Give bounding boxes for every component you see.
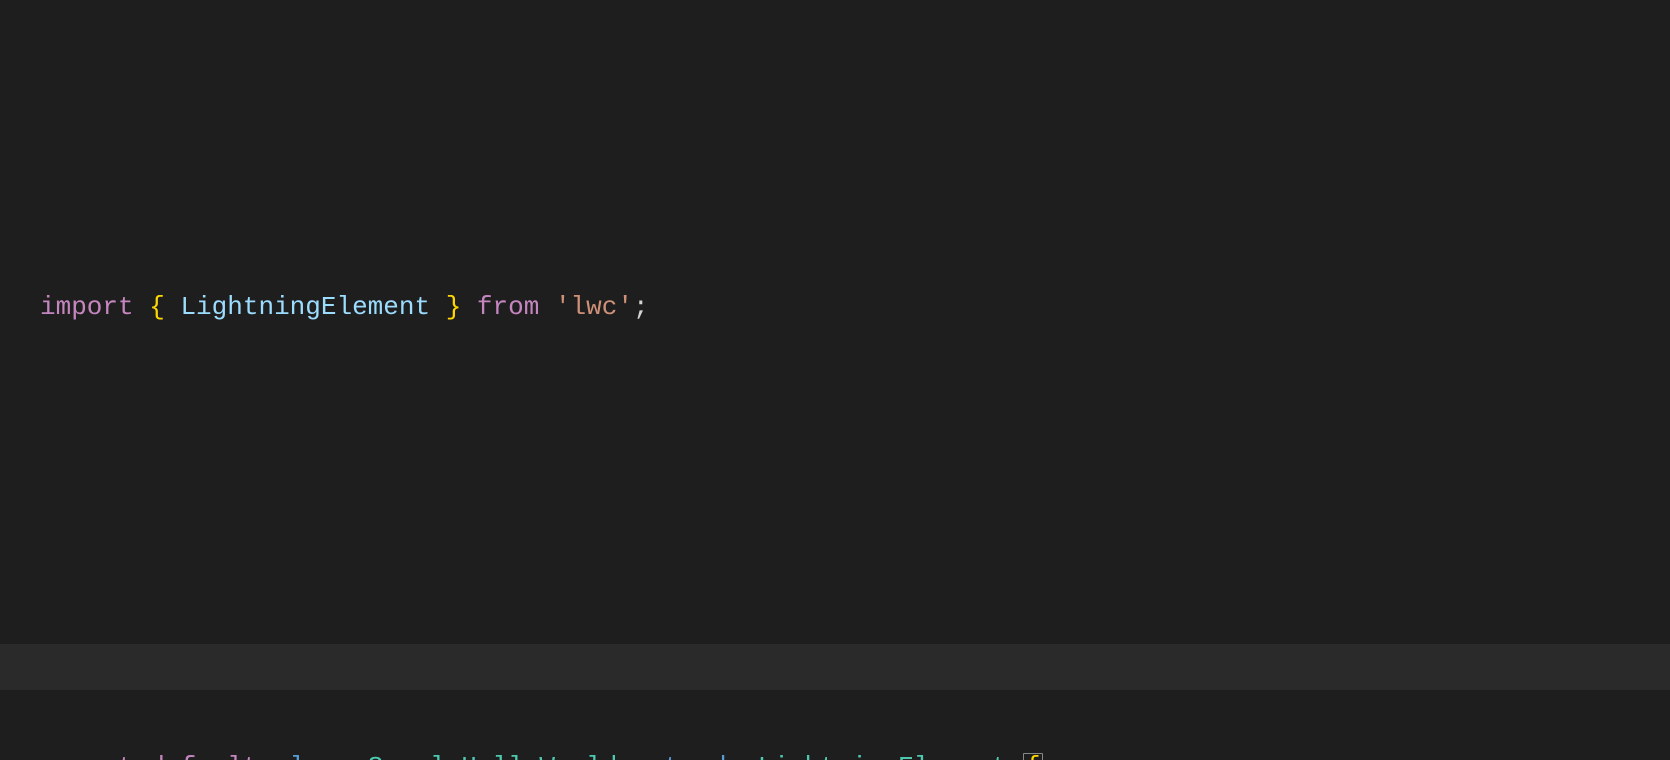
space bbox=[539, 292, 555, 322]
base-class: LightningElement bbox=[758, 752, 1008, 760]
space bbox=[1007, 752, 1023, 760]
string-module: 'lwc' bbox=[555, 292, 633, 322]
brace-close: } bbox=[446, 292, 462, 322]
space bbox=[352, 752, 368, 760]
code-line bbox=[40, 514, 1658, 560]
code-line: import { LightningElement } from 'lwc'; bbox=[40, 284, 1658, 330]
keyword-from: from bbox=[477, 292, 539, 322]
space bbox=[165, 292, 181, 322]
current-line-highlight bbox=[0, 644, 1670, 690]
space bbox=[742, 752, 758, 760]
space bbox=[617, 752, 633, 760]
import-symbol: LightningElement bbox=[180, 292, 430, 322]
keyword-export: export bbox=[40, 752, 134, 760]
space bbox=[258, 752, 274, 760]
code-editor[interactable]: import { LightningElement } from 'lwc'; … bbox=[0, 0, 1670, 760]
space bbox=[134, 752, 150, 760]
space bbox=[461, 292, 477, 322]
class-name: SampleHelloWorld bbox=[368, 752, 618, 760]
space bbox=[134, 292, 150, 322]
keyword-class: class bbox=[274, 752, 352, 760]
semicolon: ; bbox=[633, 292, 649, 322]
keyword-import: import bbox=[40, 292, 134, 322]
keyword-extends: extends bbox=[633, 752, 742, 760]
keyword-default: default bbox=[149, 752, 258, 760]
brace-open-highlighted: { bbox=[1023, 753, 1043, 760]
code-line: export default class SampleHelloWorld ex… bbox=[40, 744, 1658, 760]
brace-open: { bbox=[149, 292, 165, 322]
space bbox=[430, 292, 446, 322]
